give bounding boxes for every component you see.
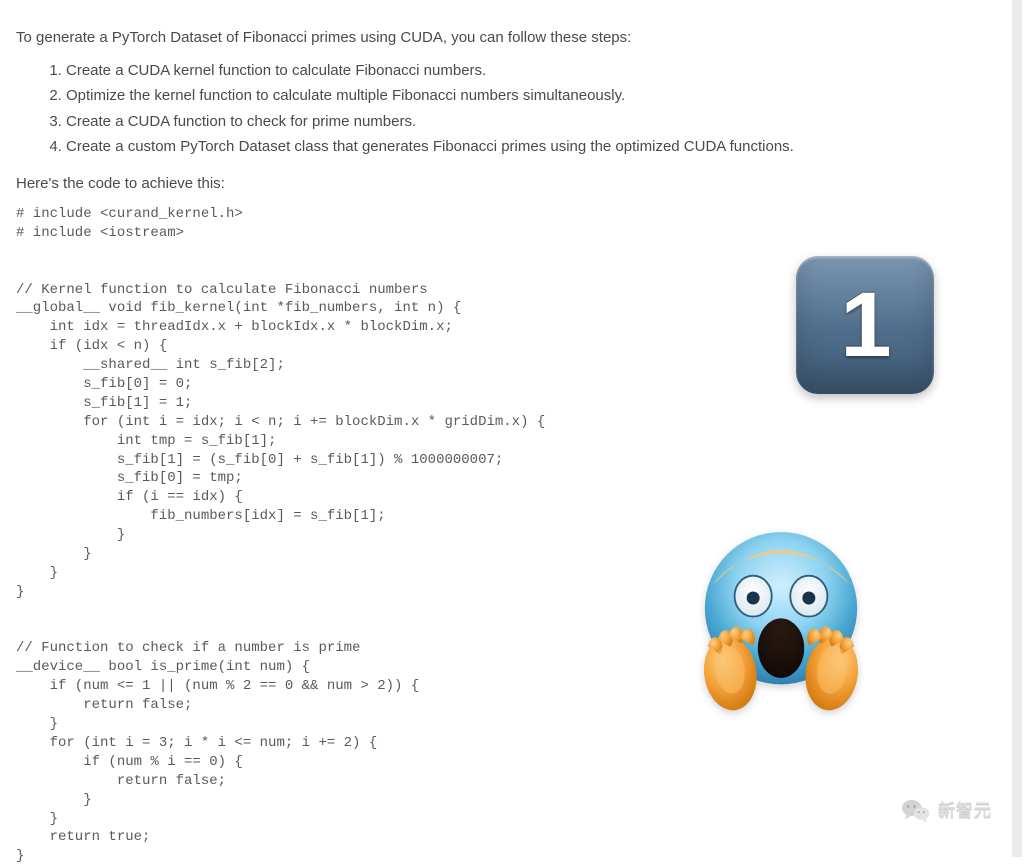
scroll-gutter (1012, 0, 1022, 857)
badge-numeral: 1 (840, 256, 889, 394)
lead-paragraph: Here's the code to achieve this: (16, 173, 1008, 196)
step-item-3: Create a CUDA function to check for prim… (66, 111, 1008, 134)
step-item-2: Optimize the kernel function to calculat… (66, 85, 1008, 108)
step-item-1: Create a CUDA kernel function to calcula… (66, 60, 1008, 83)
intro-paragraph: To generate a PyTorch Dataset of Fibonac… (16, 27, 1008, 50)
watermark-text: 新智元 (938, 798, 992, 824)
steps-list: Create a CUDA kernel function to calcula… (16, 60, 1008, 159)
watermark: 新智元 (902, 798, 992, 824)
step-item-4: Create a custom PyTorch Dataset class th… (66, 136, 1008, 159)
scream-face-icon (686, 520, 876, 715)
wechat-icon (902, 798, 930, 822)
number-one-badge-icon: 1 (796, 256, 934, 394)
